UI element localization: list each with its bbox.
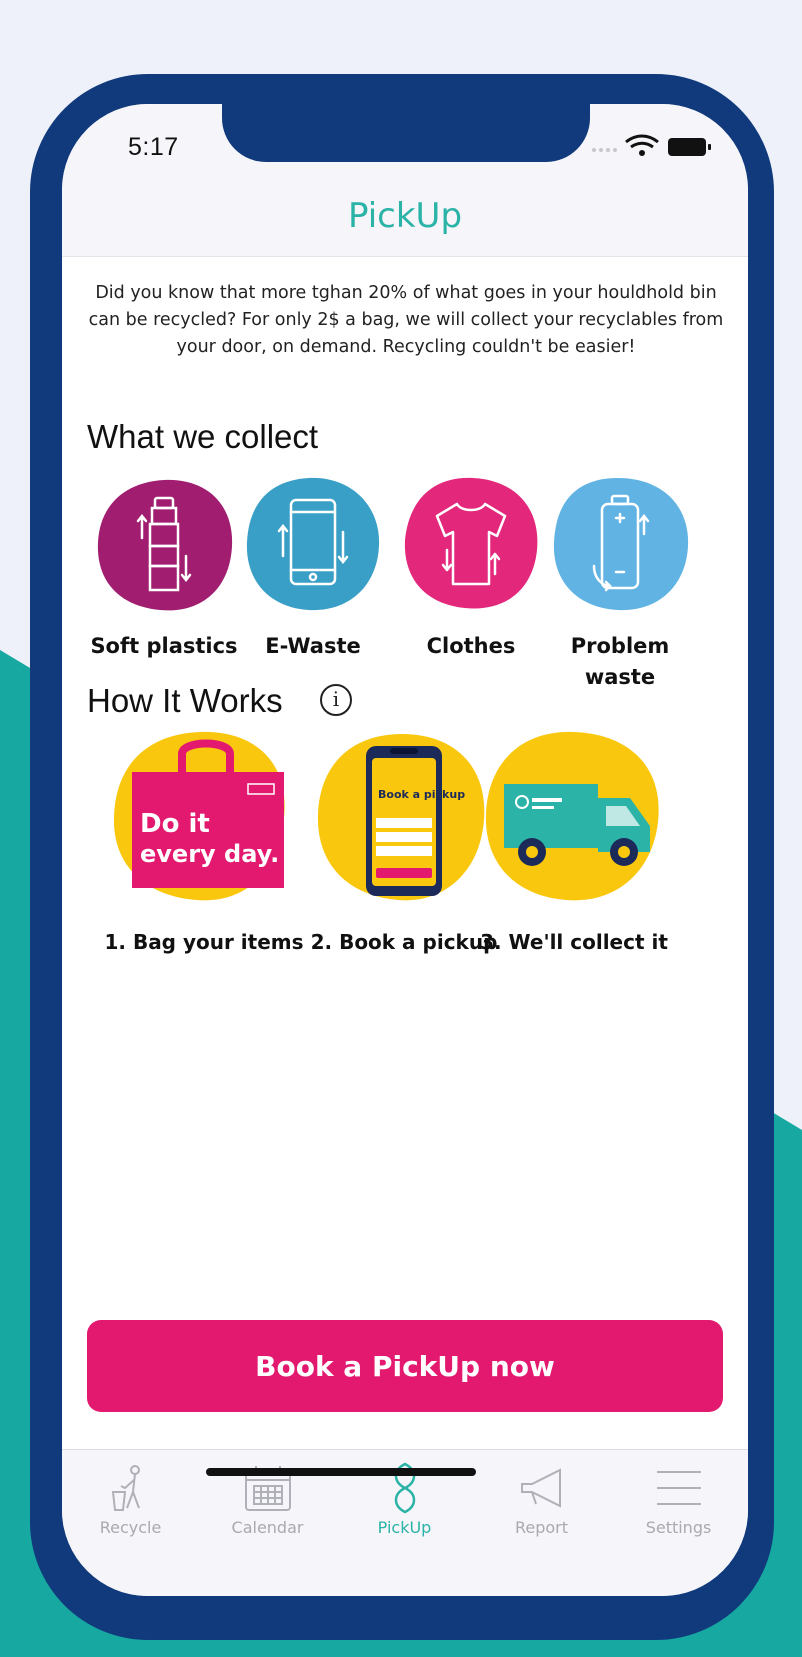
tab-label: PickUp: [377, 1518, 432, 1537]
book-pickup-button[interactable]: Book a PickUp now: [87, 1320, 723, 1412]
phone-icon: [246, 477, 380, 611]
megaphone-icon: [521, 1468, 561, 1508]
bottle-icon: [97, 479, 233, 611]
battery-status-icon: [668, 138, 711, 156]
page-title: PickUp: [347, 196, 463, 236]
tab-report[interactable]: Report: [473, 1450, 610, 1570]
info-icon[interactable]: i: [320, 684, 352, 716]
tote-bag-icon: Do it every day.: [113, 731, 285, 901]
status-time: 5:17: [128, 133, 179, 161]
phone-screen-text: Book a pickup: [378, 788, 465, 801]
bag-slogan-line-1: Do it: [140, 809, 210, 839]
tab-label: Settings: [645, 1518, 712, 1537]
tab-label: Report: [514, 1518, 569, 1537]
tab-label: Calendar: [231, 1518, 304, 1537]
intro-text: Did you know that more tghan 20% of what…: [88, 283, 724, 357]
how-it-works-heading: How It Works: [87, 682, 283, 719]
collect-item-label: Soft plastics: [90, 634, 238, 658]
bag-slogan-line-2: every day.: [140, 840, 279, 868]
battery-icon: [553, 478, 689, 611]
recycle-person-icon: [111, 1465, 140, 1511]
tab-label: Recycle: [99, 1518, 162, 1537]
van-icon: [485, 731, 659, 901]
collect-item-label: Problem waste: [570, 634, 670, 689]
menu-icon: [657, 1471, 701, 1505]
tab-recycle[interactable]: Recycle: [62, 1450, 199, 1570]
home-indicator: [206, 1468, 476, 1476]
phone-notch: [222, 104, 590, 162]
collect-item-label: E-Waste: [265, 634, 361, 658]
status-icons: [592, 134, 711, 156]
app-screen: PickUp Did you know that more tghan 20% …: [62, 104, 748, 1596]
wifi-icon: [625, 134, 659, 156]
tshirt-icon: [404, 477, 538, 609]
collect-item-label: Clothes: [426, 634, 516, 658]
step-label: 1. Bag your items: [104, 930, 304, 954]
tab-settings[interactable]: Settings: [610, 1450, 747, 1570]
what-we-collect-heading: What we collect: [87, 418, 319, 455]
step-label: 3. We'll collect it: [480, 930, 668, 954]
